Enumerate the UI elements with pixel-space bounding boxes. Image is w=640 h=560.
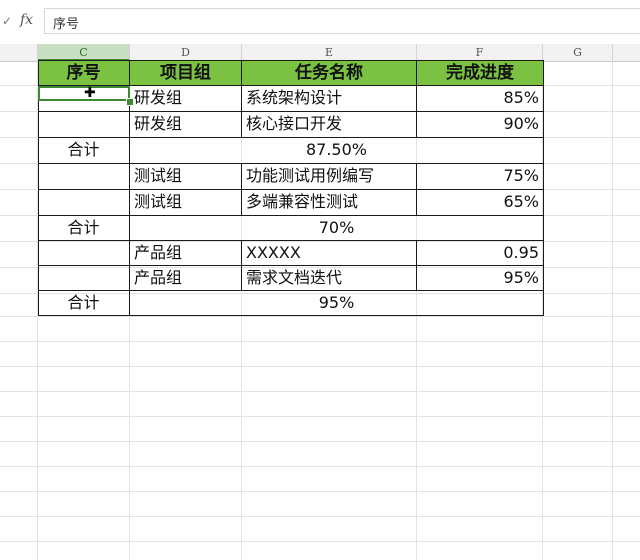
cell-no[interactable] xyxy=(38,266,130,291)
fill-handle[interactable] xyxy=(126,98,134,106)
cell-progress[interactable]: 95% xyxy=(417,266,544,291)
column-header-d[interactable]: D xyxy=(130,44,242,61)
cell-no[interactable] xyxy=(38,241,130,266)
cell-task[interactable]: XXXXX xyxy=(242,241,417,266)
cell-progress[interactable]: 90% xyxy=(417,112,544,138)
cell-progress[interactable]: 0.95 xyxy=(417,241,544,266)
header-cell-group[interactable]: 项目组 xyxy=(130,61,242,86)
formula-bar: ✓ fx 序号 xyxy=(0,0,640,45)
column-header-g[interactable]: G xyxy=(543,44,613,61)
column-header-c[interactable]: C xyxy=(38,44,130,61)
cell-group[interactable]: 研发组 xyxy=(130,112,242,138)
column-header-next[interactable] xyxy=(613,44,640,61)
column-header-row: C D E F G xyxy=(0,44,640,62)
header-cell-task[interactable]: 任务名称 xyxy=(242,61,417,86)
cell-no[interactable] xyxy=(38,164,130,190)
column-header-blank xyxy=(0,44,38,61)
total-value-cell[interactable]: 95% xyxy=(130,291,544,316)
header-cell-progress[interactable]: 完成进度 xyxy=(417,61,544,86)
total-value-cell[interactable]: 87.50% xyxy=(130,138,544,164)
cell-progress[interactable]: 75% xyxy=(417,164,544,190)
cell-task[interactable]: 功能测试用例编写 xyxy=(242,164,417,190)
cell-group[interactable]: 测试组 xyxy=(130,190,242,216)
cell-group[interactable]: 测试组 xyxy=(130,164,242,190)
formula-input[interactable]: 序号 xyxy=(44,8,640,34)
cell-task[interactable]: 核心接口开发 xyxy=(242,112,417,138)
cell-progress[interactable]: 65% xyxy=(417,190,544,216)
cell-task[interactable]: 系统架构设计 xyxy=(242,86,417,112)
cell-no[interactable] xyxy=(38,190,130,216)
total-value-cell[interactable]: 70% xyxy=(130,216,544,241)
total-label-cell[interactable]: 合计 xyxy=(38,216,130,241)
cell-group[interactable]: 研发组 xyxy=(130,86,242,112)
cell-group[interactable]: 产品组 xyxy=(130,266,242,291)
fx-icon[interactable]: fx xyxy=(20,12,33,28)
cell-no[interactable] xyxy=(38,112,130,138)
total-label-cell[interactable]: 合计 xyxy=(38,138,130,164)
column-header-e[interactable]: E xyxy=(242,44,417,61)
cross-cursor-icon: ✚ xyxy=(84,85,96,101)
cell-task[interactable]: 多端兼容性测试 xyxy=(242,190,417,216)
total-label-cell[interactable]: 合计 xyxy=(38,291,130,316)
column-header-f[interactable]: F xyxy=(417,44,543,61)
header-cell-no[interactable]: 序号 xyxy=(38,61,130,86)
check-icon[interactable]: ✓ xyxy=(2,14,14,28)
cell-task[interactable]: 需求文档迭代 xyxy=(242,266,417,291)
cell-progress[interactable]: 85% xyxy=(417,86,544,112)
cell-group[interactable]: 产品组 xyxy=(130,241,242,266)
